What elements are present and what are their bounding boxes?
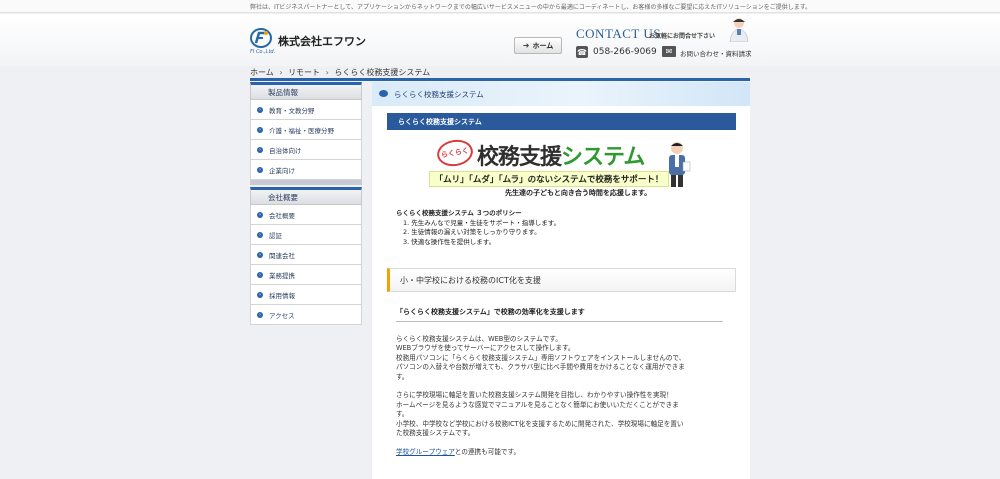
paragraph-1: らくらく校務支援システムは、WEB型のシステムです。 WEBブラウザを使ってサー… <box>396 335 726 382</box>
sidebar-item-affiliates[interactable]: › 関連会社 <box>250 245 362 265</box>
policy-item: 3. 快適な操作性を提供します。 <box>403 237 496 246</box>
sidebar-heading-company: 会社概要 <box>250 187 362 205</box>
sidebar-item-access[interactable]: › アクセス <box>250 305 362 325</box>
breadcrumb-home[interactable]: ホーム <box>250 68 274 77</box>
teacher-illustration-icon <box>669 142 691 187</box>
text-line: す。 <box>396 410 409 419</box>
policy-item: 2. 生徒情報の漏えい対策をしっかり守ります。 <box>403 228 541 236</box>
mail-icon[interactable]: ✉ <box>662 46 676 57</box>
bullet-icon: › <box>257 231 263 238</box>
policy-block: らくらく校務支援システム ３つのポリシー 1. 先生みんなで児童・生徒をサポート… <box>396 209 560 247</box>
person-icon <box>729 18 749 42</box>
bullet-icon: › <box>257 291 263 298</box>
breadcrumb-current: らくらく校務支援システム <box>334 68 431 77</box>
bullet-icon: › <box>257 106 263 113</box>
sidebar-item-label: 介護・福祉・医療分野 <box>269 126 334 135</box>
bullet-icon: › <box>257 166 263 173</box>
bullet-icon: › <box>257 146 263 153</box>
breadcrumb: ホーム › リモート › らくらく校務支援システム <box>250 67 430 78</box>
hero-title-main: 校務支援 <box>477 145 562 170</box>
sidebar-item-company[interactable]: › 会社概要 <box>250 205 362 225</box>
sidebar-item-label: 業務提携 <box>269 271 295 280</box>
header-divider <box>250 78 750 81</box>
site-header <box>0 14 1000 66</box>
bullet-icon <box>379 90 388 97</box>
policy-list: 1. 先生みんなで児童・生徒をサポート・指導します。 2. 生徒情報の漏えい対策… <box>396 219 560 248</box>
phone-icon: ☎ <box>576 46 588 58</box>
sidebar-item-label: 認証 <box>269 231 282 240</box>
sidebar-item-label: 会社概要 <box>269 211 295 220</box>
breadcrumb-remote[interactable]: リモート <box>288 68 320 77</box>
hero-title: 校務支援システム <box>477 139 645 171</box>
home-button[interactable]: ➜ ホーム <box>514 37 562 54</box>
sidebar-item-partners[interactable]: › 業務提携 <box>250 265 362 285</box>
text-line: 小学校、中学校など学校における校務ICT化を支援するために開発された、学校現場に… <box>396 419 684 428</box>
hero-circle-logo: らくらく <box>435 137 475 169</box>
text-line: パソコンの入替えや台数が増えても、クラサバ型に比べ手間や費用をかけることなく運用… <box>396 363 685 372</box>
sidebar-item-label: 関連会社 <box>269 251 295 260</box>
bullet-icon: › <box>257 271 263 278</box>
text-line: す。 <box>396 372 409 381</box>
logo-mark-icon[interactable] <box>250 28 272 48</box>
sidebar-divider <box>250 180 362 185</box>
bullet-icon: › <box>257 251 263 258</box>
groupware-link[interactable]: 学校グループウェア <box>396 448 455 456</box>
sidebar-item-recruit[interactable]: › 採用情報 <box>250 285 362 305</box>
text-line: らくらく校務支援システムは、WEB型のシステムです。 <box>396 335 562 343</box>
link-after-text: との連携も可能です。 <box>454 447 521 456</box>
logo-subtext: FI Co.,Ltd. <box>250 49 276 55</box>
home-arrow-icon: ➜ <box>522 41 530 50</box>
policy-heading: らくらく校務支援システム ３つのポリシー <box>396 209 522 217</box>
product-hero-banner: らくらく 校務支援システム 「ムリ」「ムダ」「ムラ」のないシステムで校務をサポー… <box>429 137 693 201</box>
company-name[interactable]: 株式会社エフワン <box>278 33 366 49</box>
sidebar-item-label: 企業向け <box>269 166 295 175</box>
page-title: らくらく校務支援システム <box>394 90 484 99</box>
sidebar: 製品情報 › 教育・文教分野 › 介護・福祉・医療分野 › 自治体向け › 企業… <box>250 82 362 325</box>
subsection-subheading: 「らくらく校務支援システム」で校務の効率化を支援します <box>396 307 723 322</box>
chevron-right-icon: › <box>325 68 329 77</box>
subsection-heading: 小・中学校における校務のICT化を支援 <box>387 268 736 292</box>
top-notice-text: 弊社は、ITビジネスパートナーとして、アプリケーションからネットワークまでの幅広… <box>250 4 812 11</box>
paragraph-3: 学校グループウェアとの連携も可能です。 <box>396 448 726 457</box>
body-text: らくらく校務支援システムは、WEB型のシステムです。 WEBブラウザを使ってサー… <box>396 335 726 467</box>
sidebar-item-care[interactable]: › 介護・福祉・医療分野 <box>250 120 362 140</box>
text-line: 校務用パソコンに「らくらく校務支援システム」専用ソフトウェアをインストールしませ… <box>396 353 686 362</box>
contact-subtitle: お気軽にお問合せ下さい <box>649 33 716 40</box>
sidebar-item-certification[interactable]: › 認証 <box>250 225 362 245</box>
text-line: さらに学校現場に軸足を置いた校務支援システム開発を目指し、わかりやすい操作性を実… <box>396 391 673 400</box>
sidebar-item-label: アクセス <box>269 311 295 320</box>
bullet-icon: › <box>257 311 263 318</box>
sidebar-item-education[interactable]: › 教育・文教分野 <box>250 100 362 120</box>
sidebar-item-municipality[interactable]: › 自治体向け <box>250 140 362 160</box>
phone-number[interactable]: 058-266-9069 <box>593 47 657 57</box>
sidebar-item-label: 自治体向け <box>269 146 302 155</box>
bullet-icon: › <box>257 126 263 133</box>
sidebar-item-label: 採用情報 <box>269 291 295 300</box>
top-notice-bar: 弊社は、ITビジネスパートナーとして、アプリケーションからネットワークまでの幅広… <box>0 0 1000 13</box>
text-line: た校務支援システムです。 <box>396 429 475 438</box>
hero-title-system: システム <box>561 145 645 170</box>
page-title-banner: らくらく校務支援システム <box>372 82 750 106</box>
chevron-right-icon: › <box>279 68 283 77</box>
sidebar-item-label: 教育・文教分野 <box>269 106 315 115</box>
contact-link[interactable]: お問い合わせ・資料請求 <box>680 48 752 58</box>
hero-tagline: 「ムリ」「ムダ」「ムラ」のないシステムで校務をサポート！ <box>429 171 669 187</box>
main-content: らくらく校務支援システム らくらく校務支援システム らくらく 校務支援システム … <box>372 82 750 479</box>
bullet-icon: › <box>257 211 263 218</box>
sidebar-heading-products: 製品情報 <box>250 82 362 100</box>
sidebar-item-enterprise[interactable]: › 企業向け <box>250 160 362 180</box>
home-button-label: ホーム <box>532 41 554 50</box>
text-line: ホームページを見るような感覚でマニュアルを見ることなく簡単にお使いいただくことが… <box>396 400 679 409</box>
section-heading-bar: らくらく校務支援システム <box>387 113 736 130</box>
hero-subline: 先生達の子どもと向き合う時間を応援します。 <box>505 189 652 197</box>
policy-item: 1. 先生みんなで児童・生徒をサポート・指導します。 <box>403 218 561 227</box>
text-line: WEBブラウザを使ってサーバーにアクセスして操作します。 <box>396 344 575 353</box>
paragraph-2: さらに学校現場に軸足を置いた校務支援システム開発を目指し、わかりやすい操作性を実… <box>396 391 726 438</box>
